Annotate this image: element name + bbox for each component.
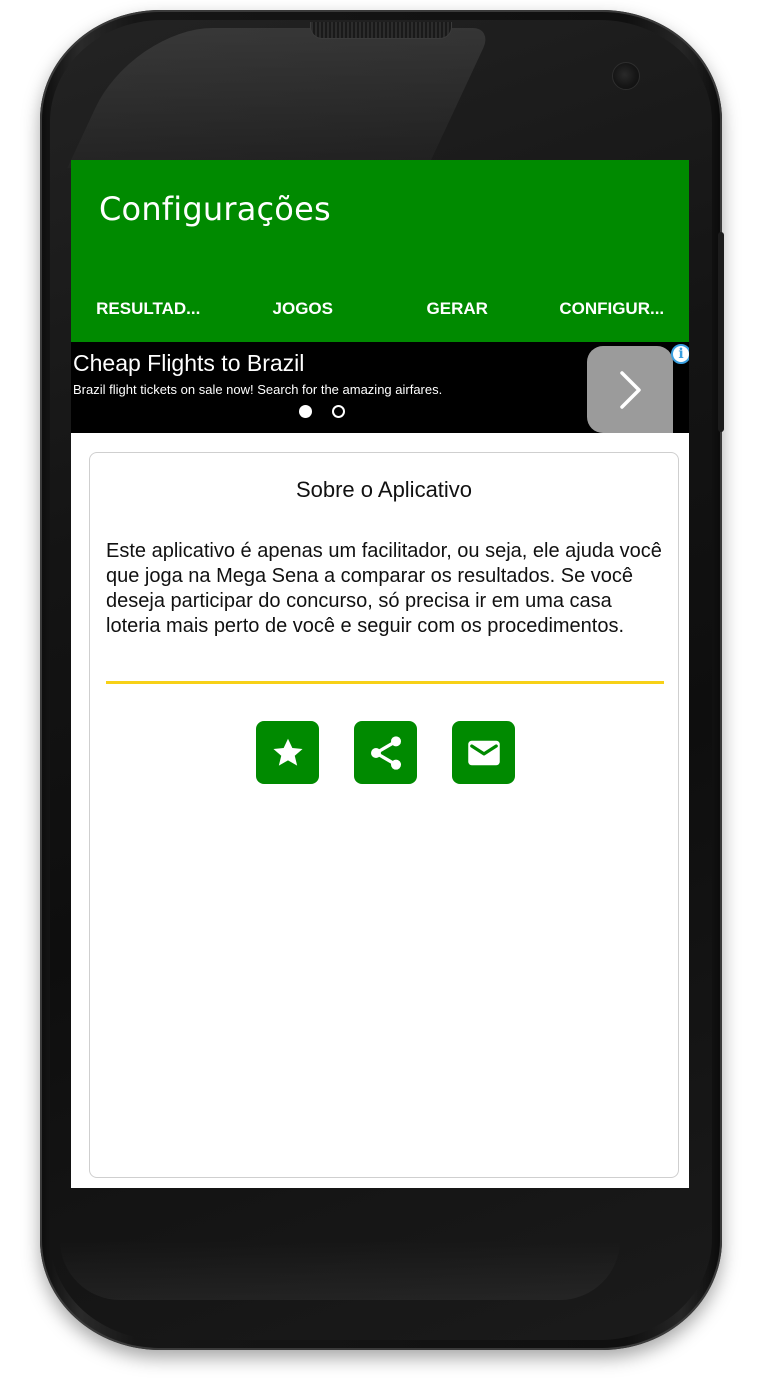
ad-pager-dot-active	[299, 405, 312, 418]
ad-title[interactable]: Cheap Flights to Brazil	[73, 350, 304, 377]
side-volume-button	[718, 232, 724, 432]
info-icon[interactable]: i	[671, 344, 689, 364]
app-bar: Configurações RESULTAD... JOGOS GERAR CO…	[71, 160, 689, 350]
bottom-bezel	[60, 1240, 620, 1300]
share-button[interactable]	[354, 721, 417, 784]
tab-gerar[interactable]: GERAR	[380, 276, 535, 342]
star-icon	[272, 738, 303, 766]
chevron-right-icon	[620, 370, 641, 409]
app-screen: Configurações RESULTAD... JOGOS GERAR CO…	[71, 160, 689, 1188]
tab-jogos[interactable]: JOGOS	[226, 276, 381, 342]
about-text: Este aplicativo é apenas um facilitador,…	[106, 540, 662, 637]
tab-bar: RESULTAD... JOGOS GERAR CONFIGUR...	[71, 284, 689, 350]
rate-button[interactable]	[256, 721, 319, 784]
speaker-grille	[310, 22, 452, 39]
page-title: Configurações	[99, 190, 331, 228]
email-button[interactable]	[452, 721, 515, 784]
about-card: Sobre o Aplicativo Este aplicativo é ape…	[89, 452, 679, 1178]
tab-configuracoes[interactable]: CONFIGUR...	[534, 276, 690, 350]
divider	[106, 681, 664, 684]
ad-description: Brazil flight tickets on sale now! Searc…	[73, 382, 443, 397]
action-buttons	[256, 721, 515, 784]
tab-resultados[interactable]: RESULTAD...	[71, 276, 226, 342]
front-camera	[612, 62, 640, 90]
ad-next-button[interactable]	[587, 346, 673, 433]
share-icon	[370, 735, 401, 770]
mail-icon	[467, 740, 500, 765]
ad-pager-dots	[299, 405, 345, 418]
ad-pager-dot	[332, 405, 345, 418]
about-title: Sobre o Aplicativo	[295, 477, 473, 502]
ad-banner[interactable]: Cheap Flights to Brazil Brazil flight ti…	[71, 342, 689, 433]
